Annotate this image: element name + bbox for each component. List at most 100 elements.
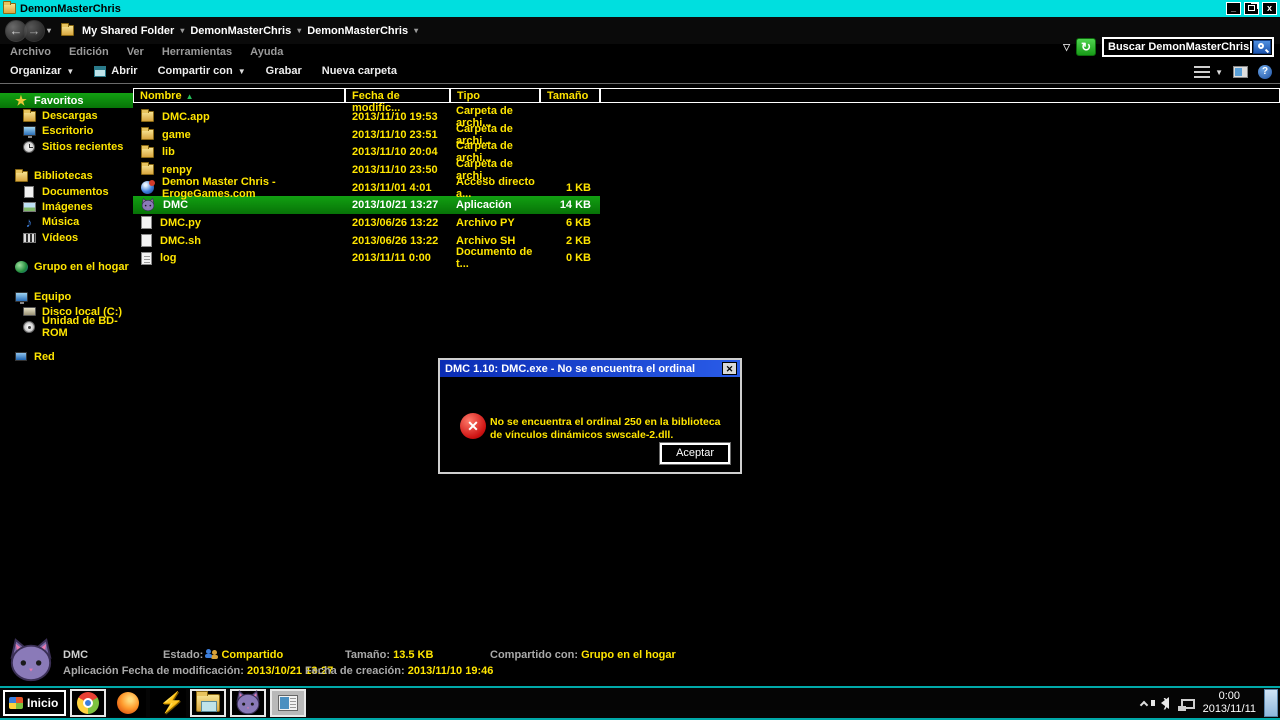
folder-icon bbox=[141, 164, 154, 175]
file-name: game bbox=[162, 129, 191, 141]
sidebar-item-bibliotecas[interactable]: Bibliotecas bbox=[0, 169, 133, 184]
details-pane: DMC Estado: Compartido Tamaño: 13.5 KB C… bbox=[0, 636, 1280, 684]
share-button[interactable]: Compartir con ▼ bbox=[158, 65, 246, 77]
search-input[interactable]: Buscar DemonMasterChris bbox=[1102, 37, 1274, 57]
creation-date-label: Fecha de creación: bbox=[305, 665, 405, 677]
file-type: Archivo SH bbox=[450, 235, 540, 247]
sidebar-item-escritorio[interactable]: Escritorio bbox=[0, 124, 133, 139]
show-desktop-button[interactable] bbox=[1264, 689, 1278, 717]
file-date: 2013/11/01 4:01 bbox=[345, 182, 450, 194]
file-name: DMC.app bbox=[162, 111, 210, 123]
chevron-down-icon: ▼ bbox=[66, 67, 74, 76]
taskbar-apps bbox=[66, 689, 306, 717]
sidebar-item-red[interactable]: Red bbox=[0, 349, 133, 364]
taskbar-clock[interactable]: 0:00 2013/11/11 bbox=[1203, 690, 1256, 716]
breadcrumb-item[interactable]: My Shared Folder bbox=[80, 25, 176, 37]
minimize-button[interactable]: _ bbox=[1226, 2, 1241, 15]
file-type: Archivo PY bbox=[450, 217, 540, 229]
taskbar-app-winamp[interactable] bbox=[150, 689, 186, 717]
menu-item-ver[interactable]: Ver bbox=[127, 46, 144, 58]
network-icon[interactable] bbox=[1181, 699, 1195, 709]
sidebar-group: ★FavoritosDescargas Escritorio Sitios reci… bbox=[0, 93, 133, 155]
dialog-message: No se encuentra el ordinal 250 en la bib… bbox=[490, 416, 728, 442]
folder-icon bbox=[141, 147, 154, 158]
burn-button[interactable]: Grabar bbox=[266, 65, 302, 77]
breadcrumb-item[interactable]: DemonMasterChris bbox=[305, 25, 410, 37]
sidebar-group: BibliotecasDocumentos Imágenes ♪MúsicaVíde… bbox=[0, 169, 133, 246]
clock-icon bbox=[22, 140, 36, 153]
chevron-down-icon: ▼ bbox=[238, 67, 246, 76]
restore-button[interactable] bbox=[1244, 2, 1259, 15]
file-size: 14 KB bbox=[540, 199, 595, 211]
sidebar-item-ima-genes[interactable]: Imágenes bbox=[0, 199, 133, 214]
sidebar-item-mu-sica[interactable]: ♪Música bbox=[0, 215, 133, 230]
sidebar-item-documentos[interactable]: Documentos bbox=[0, 184, 133, 199]
network-icon bbox=[14, 350, 28, 363]
file-row[interactable]: DMC.py2013/06/26 13:22Archivo PY6 KB bbox=[133, 214, 600, 232]
file-type: Documento de t... bbox=[450, 246, 540, 270]
sidebar-item-descargas[interactable]: Descargas bbox=[0, 108, 133, 123]
dmc-cat-icon bbox=[8, 638, 54, 684]
column-header-date[interactable]: Fecha de modific... bbox=[345, 88, 450, 103]
taskbar-app-explorer[interactable] bbox=[190, 689, 226, 717]
breadcrumb-folder-icon bbox=[61, 25, 74, 36]
details-file-name: DMC bbox=[63, 649, 88, 661]
open-button[interactable]: Abrir bbox=[94, 65, 137, 77]
search-button[interactable] bbox=[1253, 40, 1271, 54]
active-window-icon bbox=[278, 695, 298, 711]
breadcrumb-separator-icon[interactable]: ▾ bbox=[414, 26, 418, 35]
menu-item-edicion[interactable]: Edición bbox=[69, 46, 109, 58]
column-header-type[interactable]: Tipo bbox=[450, 88, 540, 103]
column-header-name[interactable]: Nombre ▲ bbox=[133, 88, 345, 103]
shared-with-label: Compartido con: bbox=[490, 649, 578, 661]
menu-item-archivo[interactable]: Archivo bbox=[10, 46, 51, 58]
navigation-pane: ★FavoritosDescargas Escritorio Sitios reci… bbox=[0, 93, 133, 378]
sidebar-item-favoritos[interactable]: ★Favoritos bbox=[0, 93, 133, 108]
preview-pane-button[interactable] bbox=[1233, 66, 1248, 78]
details-type: Aplicación bbox=[63, 665, 119, 677]
taskbar-app-firefox[interactable] bbox=[110, 689, 146, 717]
new-folder-button[interactable]: Nueva carpeta bbox=[322, 65, 397, 77]
column-header-size[interactable]: Tamaño bbox=[540, 88, 600, 103]
accept-button[interactable]: Aceptar bbox=[660, 443, 730, 464]
taskbar-app-cat[interactable] bbox=[230, 689, 266, 717]
breadcrumb-item[interactable]: DemonMasterChris bbox=[188, 25, 293, 37]
tray-expand-icon[interactable] bbox=[1139, 700, 1147, 708]
sidebar-item-label: Imágenes bbox=[42, 201, 93, 213]
breadcrumb-separator-icon[interactable]: ▾ bbox=[180, 26, 184, 35]
refresh-button[interactable]: ↻ bbox=[1076, 38, 1096, 56]
sidebar-item-unidad-de-bd-rom[interactable]: Unidad de BD-ROM bbox=[0, 320, 133, 335]
organize-button[interactable]: Organizar ▼ bbox=[10, 65, 74, 77]
column-headers: Nombre ▲ Fecha de modific... Tipo Tamaño bbox=[133, 88, 1280, 103]
file-row[interactable]: log2013/11/11 0:00Documento de t...0 KB bbox=[133, 250, 600, 268]
menu-item-ayuda[interactable]: Ayuda bbox=[250, 46, 283, 58]
close-button[interactable]: x bbox=[1262, 2, 1277, 15]
help-button[interactable]: ? bbox=[1258, 65, 1272, 79]
sidebar-item-grupo-en-el-hogar[interactable]: Grupo en el hogar bbox=[0, 260, 133, 275]
open-icon bbox=[94, 66, 106, 77]
menu-item-herramientas[interactable]: Herramientas bbox=[162, 46, 232, 58]
sidebar-item-sitios-recientes[interactable]: Sitios recientes bbox=[0, 139, 133, 154]
sidebar-item-vi-deos[interactable]: Vídeos bbox=[0, 230, 133, 245]
homegroup-icon bbox=[14, 261, 28, 274]
address-dropdown-icon[interactable]: ▽ bbox=[1063, 42, 1070, 53]
start-button[interactable]: Inicio bbox=[3, 690, 66, 716]
sort-ascending-icon: ▲ bbox=[186, 92, 194, 101]
taskbar-app-activewin[interactable] bbox=[270, 689, 306, 717]
file-date: 2013/11/11 0:00 bbox=[345, 252, 450, 264]
sidebar-item-equipo[interactable]: Equipo bbox=[0, 289, 133, 304]
creation-date-value: 2013/11/10 19:46 bbox=[408, 665, 494, 677]
menu-bar: Archivo Edición Ver Herramientas Ayuda bbox=[0, 46, 283, 58]
sidebar-item-label: Escritorio bbox=[42, 125, 93, 137]
volume-icon[interactable] bbox=[1155, 697, 1169, 709]
change-view-button[interactable]: ▼ bbox=[1194, 66, 1223, 78]
nav-history-dropdown-icon[interactable]: ▾ bbox=[47, 26, 51, 35]
file-row[interactable]: DMC2013/10/21 13:27Aplicación14 KB bbox=[133, 196, 600, 214]
breadcrumb-separator-icon[interactable]: ▾ bbox=[297, 26, 301, 35]
forward-button[interactable]: → bbox=[23, 20, 45, 42]
file-row[interactable]: Demon Master Chris - ErogeGames.com2013/… bbox=[133, 179, 600, 197]
taskbar-app-chrome[interactable] bbox=[70, 689, 106, 717]
dialog-close-button[interactable]: ✕ bbox=[722, 362, 737, 375]
file-date: 2013/06/26 13:22 bbox=[345, 217, 450, 229]
size-value: 13.5 KB bbox=[393, 649, 433, 661]
